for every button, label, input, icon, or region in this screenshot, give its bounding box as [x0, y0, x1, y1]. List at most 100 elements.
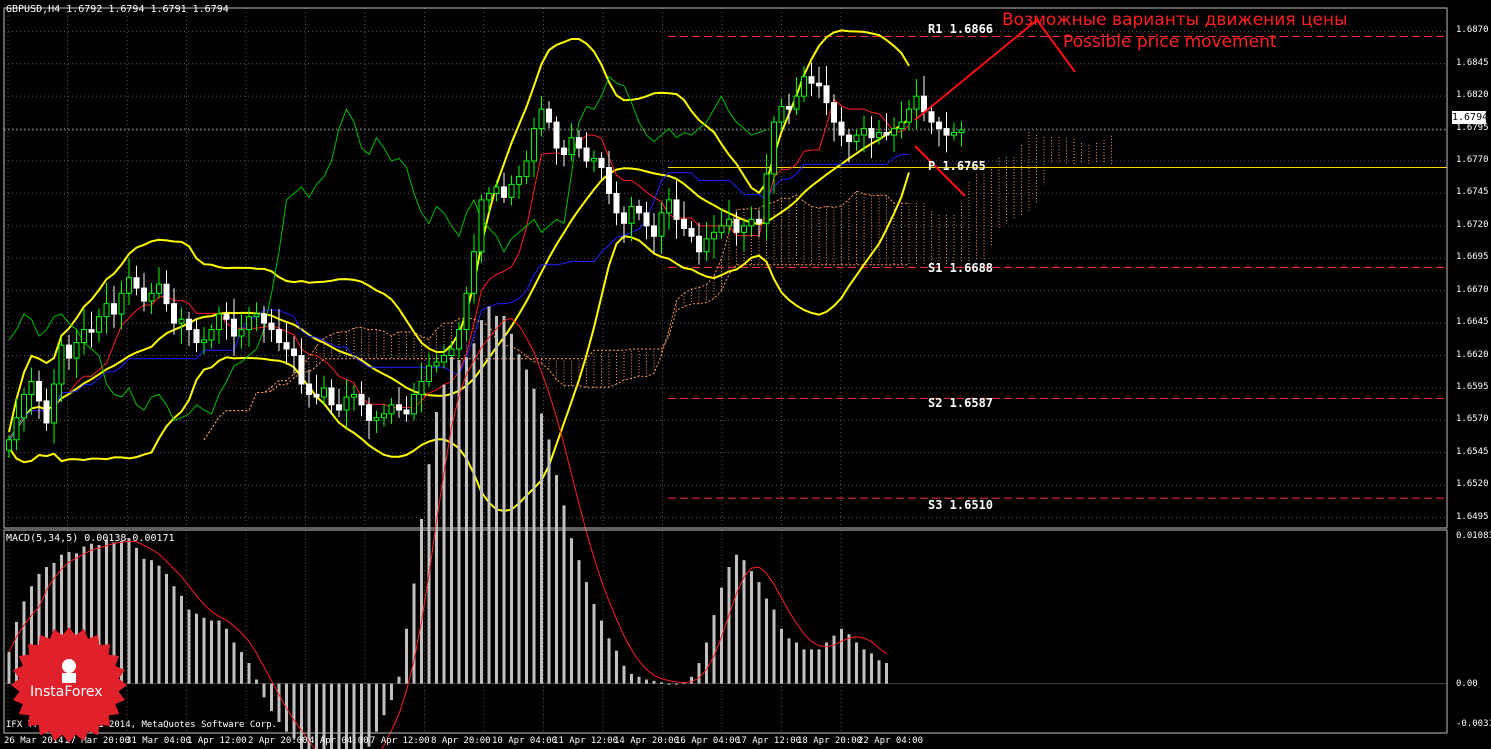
x-tick-label: 18 Apr 20:00 [797, 736, 863, 746]
candle-body [148, 292, 155, 302]
candle-body [163, 283, 170, 305]
macd-bar [855, 642, 858, 684]
y-tick-label: 1.6870 [1456, 25, 1489, 36]
y-tick-label: 1.6620 [1456, 349, 1489, 360]
candle-body [396, 404, 402, 411]
candle-body [343, 396, 350, 411]
annotation-english: Possible price movement [1063, 32, 1277, 52]
macd-bar [382, 683, 386, 716]
macd-bar [825, 642, 828, 684]
candle-body [156, 283, 162, 294]
candle-body [951, 131, 957, 136]
macd-bar [375, 683, 378, 732]
candle-body [703, 238, 710, 253]
candle-body [336, 404, 342, 411]
candle-body [171, 303, 177, 324]
candle-body [43, 400, 50, 424]
candle-body [576, 137, 582, 149]
y-tick-label: 1.6820 [1456, 90, 1489, 101]
candle-body [126, 277, 132, 294]
macd-bar [577, 560, 581, 684]
candle-body [441, 355, 447, 363]
macd-bar [765, 598, 768, 684]
y-tick-label: 1.6770 [1456, 155, 1489, 166]
macd-bar [607, 638, 611, 684]
candle-body [231, 318, 237, 337]
candle-body [786, 106, 792, 110]
candle-body [463, 292, 470, 331]
macd-bar [712, 615, 716, 684]
candle-body [471, 251, 477, 294]
candle-body [733, 218, 740, 233]
candle-body [831, 102, 837, 123]
candle-body [846, 134, 852, 143]
candle-body [936, 121, 942, 130]
x-tick-label: 14 Apr 20:00 [614, 736, 680, 746]
y-tick-label: 1.6570 [1456, 414, 1489, 425]
y-tick-label: 1.6545 [1456, 446, 1489, 457]
macd-bar [390, 683, 393, 701]
candle-body [538, 108, 545, 130]
macd-bar [802, 649, 806, 684]
candle-body [598, 157, 605, 169]
macd-bar [532, 388, 536, 684]
candle-body [943, 128, 950, 136]
macd-bar [555, 475, 558, 684]
candle-body [66, 344, 72, 359]
pivot-p-label: P 1.6765 [928, 159, 986, 173]
candle-body [726, 218, 732, 227]
y-tick-label: 1.6720 [1456, 219, 1489, 230]
candle-body [928, 111, 935, 123]
candle-body [741, 225, 747, 233]
candle-body [591, 157, 597, 162]
candle-body [238, 329, 245, 337]
macd-bar [450, 357, 453, 684]
x-tick-label: 22 Apr 04:00 [858, 736, 924, 746]
candle-body [838, 121, 845, 136]
candle-body [876, 131, 882, 139]
y-tick-label: 1.6595 [1456, 381, 1489, 392]
y-tick-label: 1.6745 [1456, 187, 1489, 198]
macd-bar [787, 638, 791, 684]
candle-body [313, 393, 320, 398]
candle-body [268, 322, 275, 331]
macd-bar [735, 554, 738, 684]
candle-body [381, 413, 387, 419]
candle-body [673, 199, 680, 220]
candle-body [246, 316, 252, 331]
candle-body [793, 95, 800, 110]
macd-bar [172, 586, 176, 684]
macd-bar [442, 384, 446, 684]
candle-body [516, 176, 522, 185]
y-tick-label: 1.6520 [1456, 479, 1489, 490]
macd-bar [195, 613, 198, 684]
candle-body [688, 227, 695, 237]
macd-bar [135, 547, 138, 684]
candle-body [51, 383, 57, 424]
candle-body [276, 329, 282, 344]
macd-header: MACD(5,34,5) 0.00138 0.00171 [6, 533, 175, 544]
candle-body [448, 348, 455, 357]
candle-body [28, 380, 35, 395]
candle-body [261, 313, 267, 324]
macd-bar [292, 683, 296, 739]
macd-bar [420, 519, 423, 684]
candle-body [958, 129, 965, 133]
macd-bar [562, 505, 566, 684]
y-tick-label: 1.6670 [1456, 284, 1489, 295]
macd-bar [540, 413, 543, 684]
macd-bar [637, 676, 641, 684]
macd-bar [615, 650, 618, 684]
candle-body [546, 108, 552, 123]
candle-body [711, 231, 717, 240]
macd-bar [225, 628, 228, 684]
candle-body [216, 313, 222, 331]
macd-bar [622, 665, 626, 684]
macd-bar [847, 634, 851, 684]
candle-body [823, 85, 830, 104]
candle-body [561, 147, 567, 156]
candle-body [433, 361, 440, 367]
macd-bar [600, 620, 603, 684]
macd-bar [412, 583, 416, 684]
macd-bar [585, 582, 588, 684]
